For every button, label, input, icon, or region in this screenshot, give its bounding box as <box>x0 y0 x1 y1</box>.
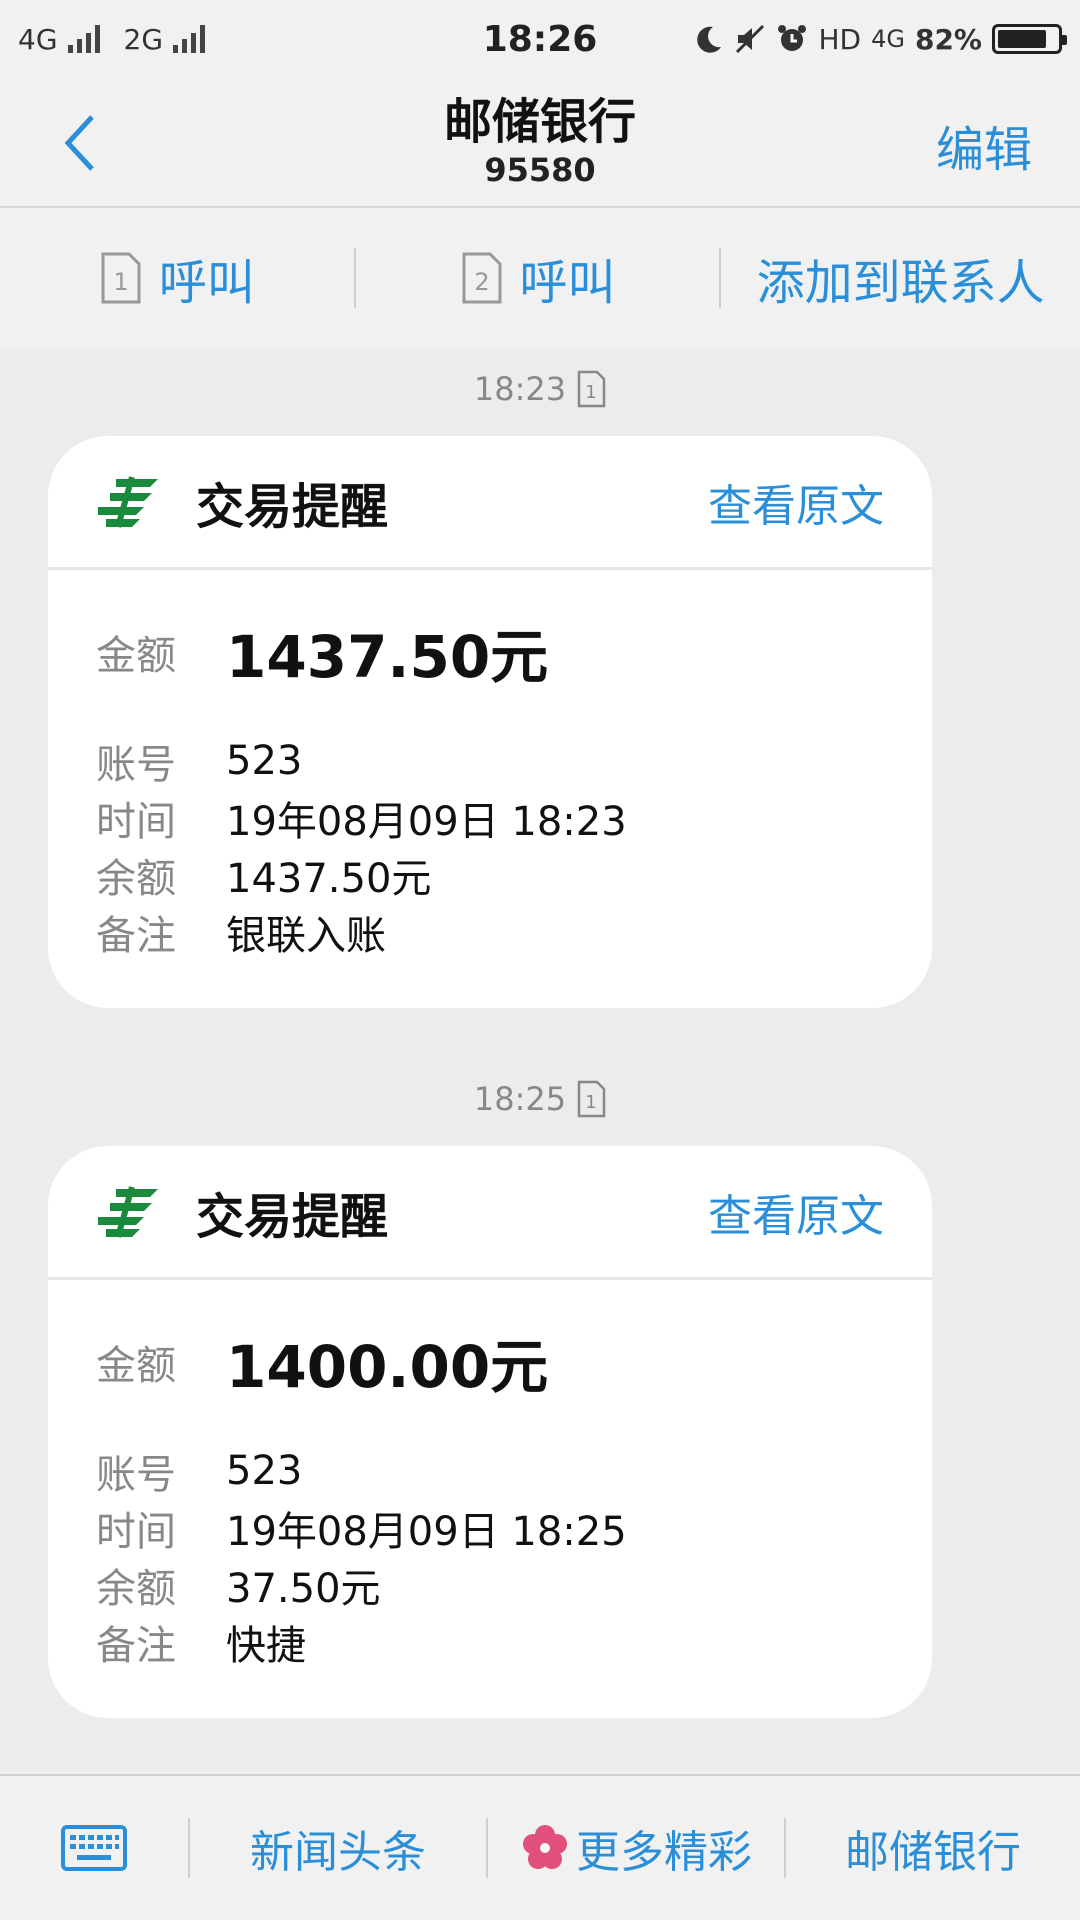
balance-row: 余额 37.50元 <box>96 1556 884 1613</box>
menu-more-button[interactable]: 更多精彩 <box>488 1816 784 1880</box>
signal-2-icon <box>173 25 206 53</box>
field-label: 账号 <box>96 741 176 788</box>
svg-text:1: 1 <box>113 268 128 296</box>
timestamp-text: 18:23 <box>473 370 567 408</box>
amount-label: 金额 <box>96 1343 176 1389</box>
svg-text:1: 1 <box>585 382 596 403</box>
card-body: 金额 1437.50元 账号 523 时间 19年08月09日 18:23 余额… <box>48 570 932 960</box>
call-sim2-label: 呼叫 <box>519 255 616 311</box>
signal-1-icon <box>67 25 100 53</box>
amount-row: 金额 1400.00元 <box>96 1322 884 1402</box>
battery-icon <box>992 24 1067 54</box>
amount-value: 1400.00元 <box>226 1333 549 1401</box>
card-header: 交易提醒 查看原文 <box>48 1146 932 1280</box>
call-sim1-button[interactable]: 1 呼叫 <box>0 243 354 313</box>
field-label: 备注 <box>96 1622 176 1669</box>
psbc-logo-icon <box>98 1185 158 1238</box>
menu-psbc-button[interactable]: 邮储银行 <box>786 1816 1080 1880</box>
call-sim1-label: 呼叫 <box>158 255 255 311</box>
field-value: 19年08月09日 18:23 <box>226 798 627 845</box>
add-contact-button[interactable]: 添加到联系人 <box>721 243 1080 313</box>
card-title: 交易提醒 <box>196 1188 389 1245</box>
network-2-label: 2G <box>123 22 164 56</box>
menu-news-button[interactable]: 新闻头条 <box>190 1816 486 1880</box>
amount-label: 金额 <box>96 633 176 679</box>
status-bar: 4G 2G 18:26 HD 4G 82% <box>0 0 1080 78</box>
sim-card-1-icon: 1 <box>101 252 141 304</box>
moon-icon <box>692 23 724 55</box>
field-value: 523 <box>226 1447 303 1494</box>
timestamp-text: 18:25 <box>473 1080 567 1118</box>
status-left: 4G 2G <box>18 23 219 56</box>
call-bar: 1 呼叫 2 呼叫 添加到联系人 <box>0 210 1080 346</box>
field-label: 余额 <box>96 1565 176 1612</box>
card-header: 交易提醒 查看原文 <box>48 436 932 570</box>
keyboard-icon <box>61 1825 127 1871</box>
flower-icon <box>523 1825 567 1869</box>
sim-card-2-icon: 2 <box>462 252 501 304</box>
svg-text:1: 1 <box>585 1092 596 1113</box>
message-timestamp: 18:23 1 <box>0 370 1080 408</box>
field-label: 时间 <box>96 1508 176 1555</box>
conversation-header: 邮储银行 95580 编辑 <box>0 78 1080 208</box>
field-value: 快捷 <box>226 1622 306 1669</box>
card-body: 金额 1400.00元 账号 523 时间 19年08月09日 18:25 余额… <box>48 1280 932 1670</box>
contact-title: 邮储银行 95580 <box>444 94 636 190</box>
back-button[interactable] <box>50 108 110 178</box>
field-value: 19年08月09日 18:25 <box>226 1508 627 1555</box>
transaction-card[interactable]: 交易提醒 查看原文 金额 1400.00元 账号 523 时间 19年08月09… <box>48 1146 932 1718</box>
field-value: 1437.50元 <box>226 855 432 902</box>
contact-number: 95580 <box>484 151 596 189</box>
transaction-card[interactable]: 交易提醒 查看原文 金额 1437.50元 账号 523 时间 19年08月09… <box>48 436 932 1008</box>
screen: 4G 2G 18:26 HD 4G 82% 邮储银行 95580 编辑 1 呼叫… <box>0 0 1080 1920</box>
account-row: 账号 523 <box>96 1442 884 1499</box>
menu-more-label: 更多精彩 <box>576 1827 752 1878</box>
net-4g-label: 4G <box>871 25 905 53</box>
field-label: 时间 <box>96 798 176 845</box>
note-row: 备注 快捷 <box>96 1613 884 1670</box>
sim-card-icon: 1 <box>577 1080 606 1118</box>
card-title: 交易提醒 <box>196 478 389 535</box>
field-label: 账号 <box>96 1451 176 1498</box>
account-row: 账号 523 <box>96 732 884 789</box>
sim-card-icon: 1 <box>577 370 606 408</box>
view-original-link[interactable]: 查看原文 <box>708 1180 884 1244</box>
status-right: HD 4G 82% <box>692 22 1067 56</box>
network-1-label: 4G <box>18 22 58 56</box>
field-label: 余额 <box>96 855 176 902</box>
bottom-menu-bar: 新闻头条 更多精彩 邮储银行 <box>0 1774 1080 1920</box>
field-value: 37.50元 <box>226 1565 381 1612</box>
view-original-link[interactable]: 查看原文 <box>708 470 884 534</box>
message-timestamp: 18:25 1 <box>0 1080 1080 1118</box>
field-value: 银联入账 <box>226 912 386 959</box>
amount-value: 1437.50元 <box>226 623 549 691</box>
battery-percent: 82% <box>914 22 982 56</box>
field-value: 523 <box>226 737 303 784</box>
message-list[interactable]: 18:23 1 交易提醒 查看原文 金额 1437.50元 账号 523 时间 … <box>0 348 1080 1772</box>
contact-name: 邮储银行 <box>443 94 636 150</box>
chevron-left-icon <box>64 115 94 171</box>
amount-row: 金额 1437.50元 <box>96 612 884 692</box>
time-row: 时间 19年08月09日 18:23 <box>96 789 884 846</box>
note-row: 备注 银联入账 <box>96 903 884 960</box>
balance-row: 余额 1437.50元 <box>96 846 884 903</box>
svg-text:2: 2 <box>474 268 489 296</box>
alarm-icon <box>776 23 808 55</box>
psbc-logo-icon <box>98 475 158 528</box>
mute-icon <box>734 23 766 55</box>
call-sim2-button[interactable]: 2 呼叫 <box>356 243 720 313</box>
field-label: 备注 <box>96 912 176 959</box>
hd-label: HD <box>818 22 862 56</box>
edit-button[interactable]: 编辑 <box>936 110 1032 180</box>
time-row: 时间 19年08月09日 18:25 <box>96 1499 884 1556</box>
keyboard-button[interactable] <box>0 1775 188 1920</box>
